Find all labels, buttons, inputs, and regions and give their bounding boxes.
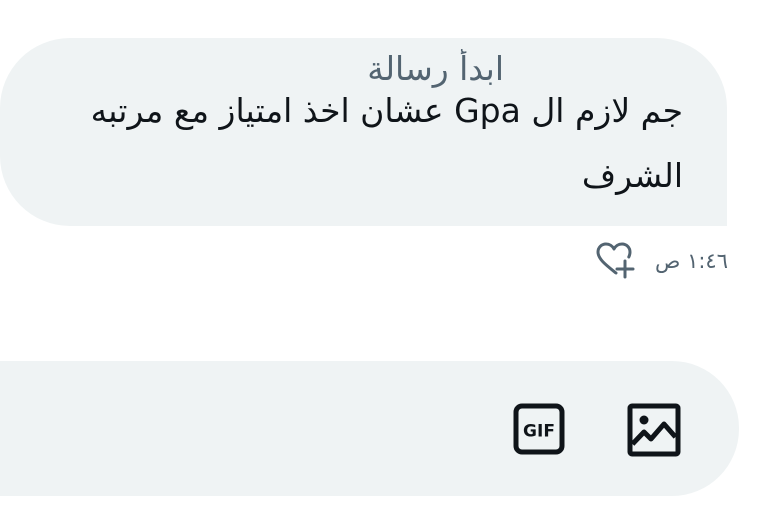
add-reaction-button[interactable] (591, 238, 637, 284)
gif-icon-label: GIF (523, 422, 555, 442)
heart-plus-icon (596, 242, 635, 279)
message-timestamp: ١:٤٦ ص (655, 249, 728, 273)
message-meta: ١:٤٦ ص (591, 238, 728, 284)
gif-icon: GIF (513, 403, 565, 455)
message-input[interactable] (204, 30, 504, 106)
image-icon (627, 403, 681, 457)
add-media-button[interactable] (626, 402, 682, 458)
gif-button[interactable]: GIF (512, 402, 566, 456)
dm-conversation: جم لازم ال Gpa عشان اخذ امتياز مع مرتبه … (0, 0, 772, 519)
message-line-2: الشرف (581, 156, 683, 195)
